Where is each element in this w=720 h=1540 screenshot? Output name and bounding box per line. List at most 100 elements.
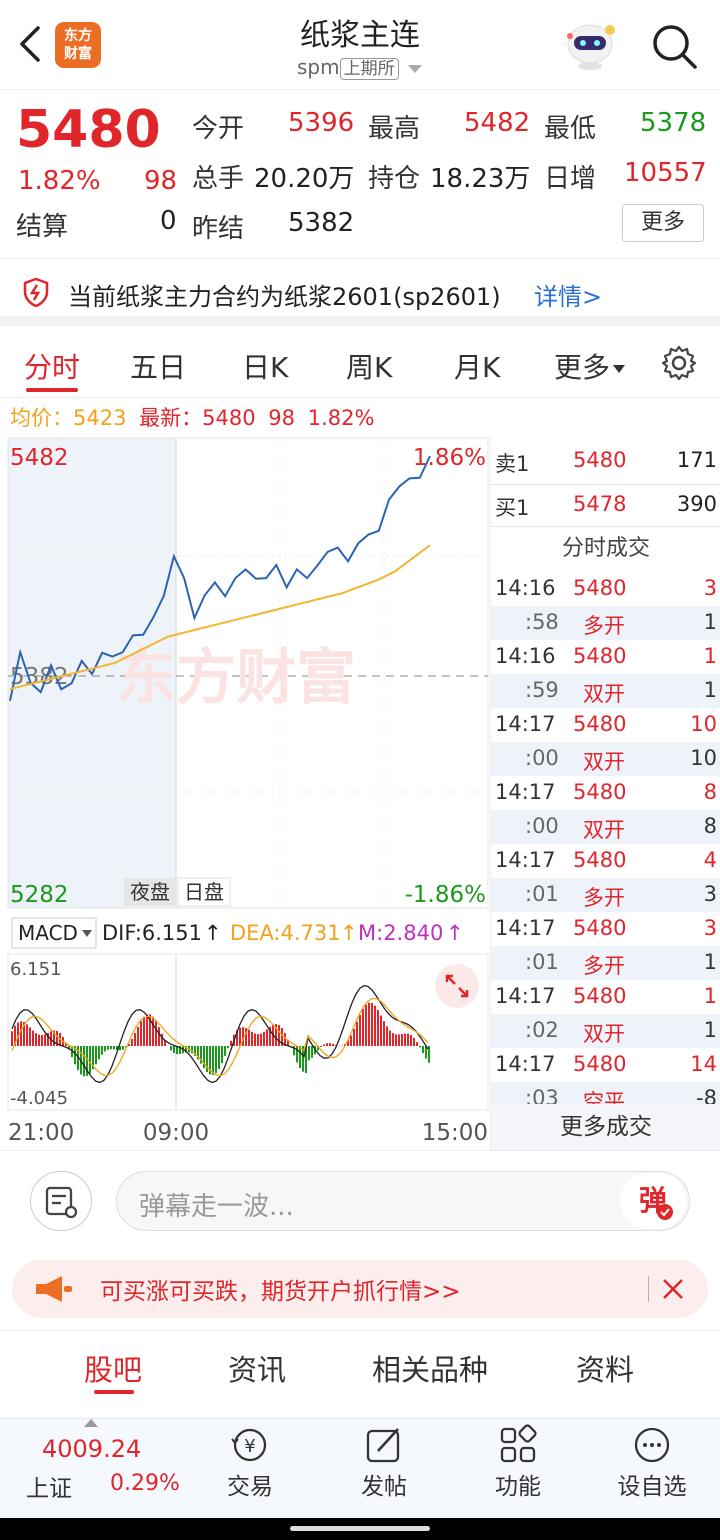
tab-active-indicator <box>26 388 78 392</box>
macd-selector-label: MACD <box>18 921 78 945</box>
main-contract-notice[interactable]: 当前纸浆主力合约为纸浆2601(sp2601) 详情> <box>0 258 720 326</box>
chart-period-tabs: 分时 五日 日K 周K 月K 更多 <box>0 336 720 398</box>
low-label: 最低 <box>544 114 597 144</box>
exchange-tag: 上期所 <box>339 58 399 80</box>
low-value: 5378 <box>640 108 707 138</box>
time-end-label: 15:00 <box>422 1120 488 1146</box>
ask-row: 卖1 5480 171 <box>491 444 720 478</box>
index-value: 4009.24 <box>42 1435 142 1463</box>
high-value: 5482 <box>464 108 531 138</box>
danmu-toggle-button[interactable]: 弹 <box>620 1173 686 1229</box>
bid-price: 5478 <box>573 492 627 516</box>
tab-news[interactable]: 资讯 <box>228 1347 286 1389</box>
trade-time: 14:17 <box>495 780 556 804</box>
order-book-panel: 卖1 5480 171 买1 5478 390 分时成交 14:16 5480 3:… <box>490 436 720 1150</box>
ask-volume: 171 <box>676 448 717 472</box>
latest-label: 最新： <box>139 406 203 430</box>
trade-row-detail: :00 双开 8 <box>491 810 720 844</box>
tab-monthly-k[interactable]: 月K <box>454 346 500 386</box>
check-badge-icon <box>657 1204 673 1220</box>
trade-row-detail: :02 双开 1 <box>491 1014 720 1048</box>
high-label: 最高 <box>368 114 421 144</box>
expand-button[interactable] <box>435 964 479 1008</box>
prev-settle-value: 5382 <box>288 208 355 238</box>
tab-more[interactable]: 更多 <box>554 346 626 386</box>
trade-price: 5480 <box>573 984 627 1008</box>
tab-daily-k[interactable]: 日K <box>242 346 288 386</box>
trade-oi-change: 1 <box>703 950 717 974</box>
settle-label: 结算 <box>16 212 69 242</box>
tab-weekly-k[interactable]: 周K <box>346 346 392 386</box>
tab-intraday[interactable]: 分时 <box>24 346 80 386</box>
avg-latest-line: 均价：5423 最新：5480 98 1.82% <box>10 402 374 432</box>
nav-functions[interactable]: 功能 <box>468 1423 568 1501</box>
macd-dea: DEA:4.731 <box>230 921 341 945</box>
home-indicator <box>290 1526 430 1531</box>
change-value: 98 <box>144 166 178 196</box>
index-ticker[interactable]: 4009.24 上证 0.29% <box>20 1419 180 1517</box>
trade-row-detail: :01 多开 3 <box>491 878 720 912</box>
account-open-banner[interactable]: 可买涨可买跌，期货开户抓行情>> <box>12 1260 708 1318</box>
bid-label: 买1 <box>495 496 530 520</box>
tab-related[interactable]: 相关品种 <box>372 1347 488 1389</box>
more-trades-button[interactable]: 更多成交 <box>491 1104 720 1150</box>
trade-type: 多开 <box>583 886 625 910</box>
m-up-arrow-icon: ↑ <box>446 921 464 945</box>
nav-post[interactable]: 发帖 <box>334 1423 434 1501</box>
trade-time: 14:17 <box>495 916 556 940</box>
nav-watchlist[interactable]: 设自选 <box>602 1423 702 1501</box>
trade-icon: ¥ <box>231 1428 267 1462</box>
volume-value: 20.20万 <box>254 164 355 194</box>
tab-guba[interactable]: 股吧 <box>84 1347 142 1389</box>
trade-type: 双开 <box>583 1022 625 1046</box>
trade-second: :59 <box>525 678 559 702</box>
trade-volume: 4 <box>703 848 717 872</box>
close-icon[interactable] <box>660 1276 686 1302</box>
danmu-input[interactable]: 弹幕走一波... <box>116 1171 690 1231</box>
content-tab-indicator <box>94 1390 134 1394</box>
change-percent: 1.82% <box>18 166 101 196</box>
nav-trade[interactable]: ¥ 交易 <box>200 1423 300 1501</box>
trade-type: 双开 <box>583 818 625 842</box>
trade-second: :01 <box>525 882 559 906</box>
ask-label: 卖1 <box>495 452 530 476</box>
macd-max-label: 6.151 <box>10 959 62 980</box>
settings-gear-icon[interactable] <box>660 344 698 382</box>
trade-row: 14:16 5480 3 <box>491 572 720 606</box>
open-value: 5396 <box>288 108 355 138</box>
trade-oi-change: 3 <box>703 882 717 906</box>
contract-code: spm <box>297 55 340 79</box>
trade-time: 14:17 <box>495 1052 556 1076</box>
latest-pct: 1.82% <box>307 406 375 430</box>
dea-up-arrow-icon: ↑ <box>340 921 358 945</box>
trade-row-detail: :00 双开 10 <box>491 742 720 776</box>
latest-value: 5480 <box>202 406 256 430</box>
tab-profile[interactable]: 资料 <box>576 1347 634 1389</box>
trade-price: 5480 <box>573 848 627 872</box>
book-divider <box>491 484 720 485</box>
caret-up-icon <box>84 1419 98 1427</box>
intraday-chart[interactable]: 东方财富 5482 1.86% 5382 5282 -1.86% 夜盘 日盘 M… <box>6 436 490 1150</box>
bid-row: 买1 5478 390 <box>491 488 720 522</box>
grid-apps-icon <box>500 1424 537 1463</box>
more-quote-button[interactable]: 更多 <box>622 204 704 242</box>
banner-text: 可买涨可买跌，期货开户抓行情>> <box>100 1279 461 1305</box>
robot-assistant-icon[interactable] <box>562 20 618 72</box>
macd-min-label: -4.045 <box>10 1088 68 1109</box>
trade-volume: 10 <box>690 712 717 736</box>
tab-five-day[interactable]: 五日 <box>130 346 186 386</box>
oi-label: 持仓 <box>368 164 421 194</box>
trade-row-detail: :01 多开 1 <box>491 946 720 980</box>
avg-value: 5423 <box>73 406 127 430</box>
trade-second: :00 <box>525 814 559 838</box>
oi-value: 18.23万 <box>430 164 531 194</box>
dif-up-arrow-icon: ↑ <box>204 921 222 945</box>
nav-watchlist-label: 设自选 <box>617 1474 687 1500</box>
nav-post-label: 发帖 <box>361 1474 407 1500</box>
comment-settings-button[interactable] <box>30 1171 92 1231</box>
search-icon[interactable] <box>650 22 698 70</box>
notice-detail-link[interactable]: 详情> <box>534 277 602 312</box>
top-price-label: 5482 <box>10 445 69 471</box>
bottom-price-label: 5282 <box>10 882 69 908</box>
trade-time: 14:16 <box>495 576 556 600</box>
